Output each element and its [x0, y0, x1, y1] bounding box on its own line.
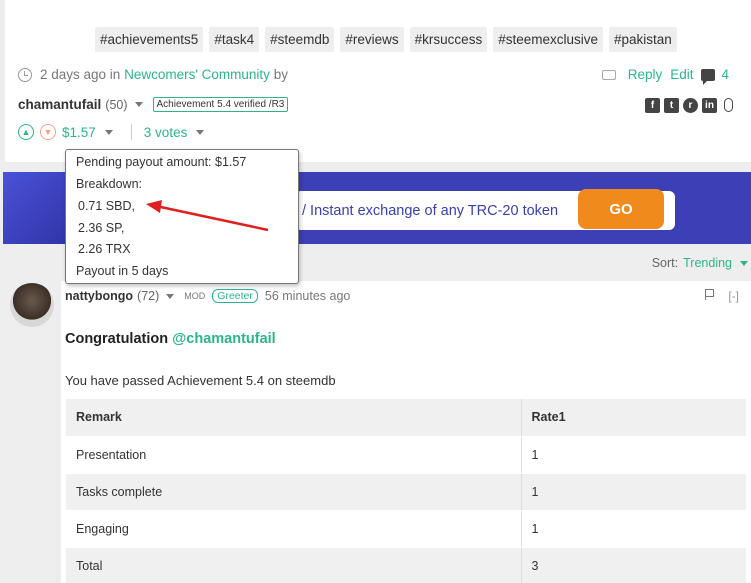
payout-popup: Pending payout amount: $1.57 Breakdown: … [65, 149, 299, 284]
upvote-icon[interactable]: ▲ [18, 124, 34, 140]
comment-icon [701, 68, 716, 85]
tag-krsuccess[interactable]: #krsuccess [409, 27, 488, 52]
comment-header: nattybongo (72) MOD Greeter 56 minutes a… [65, 289, 350, 303]
table-header-row: Remark Rate1 [66, 399, 746, 437]
link-icon[interactable] [724, 98, 733, 112]
comment-controls: [-] [705, 289, 739, 303]
mention-link[interactable]: @chamantufail [172, 331, 276, 347]
sbd-amount: 0.71 SBD, [78, 199, 135, 213]
linkedin-icon[interactable]: in [702, 98, 717, 113]
votes-chevron-icon[interactable] [196, 129, 205, 135]
payout-time: Payout in 5 days [76, 264, 169, 278]
table-cell: 1 [520, 473, 746, 511]
sp-amount: 2.36 SP, [78, 221, 125, 235]
table-cell: 1 [520, 510, 746, 548]
table-cell: Total [66, 547, 521, 583]
edit-link[interactable]: Edit [670, 67, 693, 82]
post-time: 2 days ago in [40, 67, 121, 82]
vote-row: ▲ ▼ $1.57 3 votes [18, 124, 210, 140]
collapse-toggle[interactable]: [-] [728, 289, 739, 303]
table-row: Engaging 1 [66, 510, 746, 548]
tag-reviews[interactable]: #reviews [340, 27, 404, 52]
table-row: Total 3 [66, 547, 746, 583]
by-label: by [273, 67, 288, 82]
payout-chevron-icon[interactable] [104, 129, 113, 135]
author-name[interactable]: chamantufail [18, 97, 101, 112]
community-link[interactable]: Newcomers' Community [124, 67, 270, 82]
reddit-icon[interactable]: r [683, 98, 698, 113]
sort-chevron-icon[interactable] [740, 260, 748, 266]
table-cell: 1 [520, 436, 746, 474]
table-header: Rate1 [520, 399, 746, 437]
sort-value[interactable]: Trending [683, 256, 732, 270]
facebook-icon[interactable]: f [645, 98, 660, 113]
divider [130, 124, 132, 140]
comments-count[interactable]: 4 [701, 67, 729, 85]
tag-pakistan[interactable]: #pakistan [609, 27, 677, 52]
table-cell: 3 [520, 547, 746, 583]
congrats-line: Congratulation @chamantufail [65, 331, 276, 347]
comment-author[interactable]: nattybongo [65, 289, 133, 303]
comment-count-value: 4 [721, 67, 729, 82]
reblog-icon[interactable] [601, 69, 616, 80]
votes-count[interactable]: 3 votes [144, 125, 188, 140]
author-badge: Achievement 5.4 verified /R3 [152, 97, 289, 112]
table-cell: Engaging [66, 510, 521, 548]
congrats-text: Congratulation [65, 331, 169, 347]
chevron-down-icon[interactable] [134, 102, 143, 107]
trx-amount: 2.26 TRX [78, 242, 131, 256]
passed-text: You have passed Achievement 5.4 on steem… [65, 373, 336, 388]
table-header: Remark [66, 399, 521, 437]
tag-task4[interactable]: #task4 [209, 27, 260, 52]
remarks-table: Remark Rate1 Presentation 1 Tasks comple… [66, 399, 746, 583]
comment-author-reputation: (72) [137, 289, 160, 303]
sort-control: Sort: Trending [652, 256, 748, 270]
table-row: Presentation 1 [66, 436, 746, 474]
tag-steemexclusive[interactable]: #steemexclusive [493, 27, 603, 52]
table-cell: Presentation [66, 436, 521, 474]
avatar[interactable] [10, 283, 54, 327]
mod-label: MOD [184, 291, 206, 301]
tag-steemdb[interactable]: #steemdb [265, 27, 335, 52]
tag-achievements5[interactable]: #achievements5 [95, 27, 204, 52]
share-icons: f t r in [645, 98, 733, 113]
table-cell: Tasks complete [66, 473, 521, 511]
flag-icon[interactable] [705, 289, 715, 300]
payout-amount[interactable]: $1.57 [62, 125, 96, 140]
downvote-icon[interactable]: ▼ [40, 124, 56, 140]
post-author: chamantufail (50) Achievement 5.4 verifi… [18, 97, 289, 112]
comment-time[interactable]: 56 minutes ago [265, 289, 350, 303]
banner-text: / Instant exchange of any TRC-20 token [302, 203, 559, 219]
comment-author-chevron-icon[interactable] [166, 293, 175, 299]
pending-payout: Pending payout amount: $1.57 [76, 155, 247, 169]
sort-label: Sort: [651, 256, 679, 270]
post-actions: Reply Edit 4 [601, 67, 729, 85]
go-button[interactable]: GO [578, 189, 664, 229]
post-meta: 2 days ago in Newcomers' Community by [18, 67, 288, 82]
author-reputation: (50) [105, 97, 128, 112]
reply-link[interactable]: Reply [628, 67, 663, 82]
comment-card: nattybongo (72) MOD Greeter 56 minutes a… [61, 281, 751, 583]
clock-icon [18, 67, 32, 82]
twitter-icon[interactable]: t [664, 98, 679, 113]
greeter-badge: Greeter [212, 289, 258, 303]
table-row: Tasks complete 1 [66, 473, 746, 511]
breakdown-label: Breakdown: [76, 177, 143, 191]
tag-list: #achievements5 #task4 #steemdb #reviews … [95, 27, 677, 52]
